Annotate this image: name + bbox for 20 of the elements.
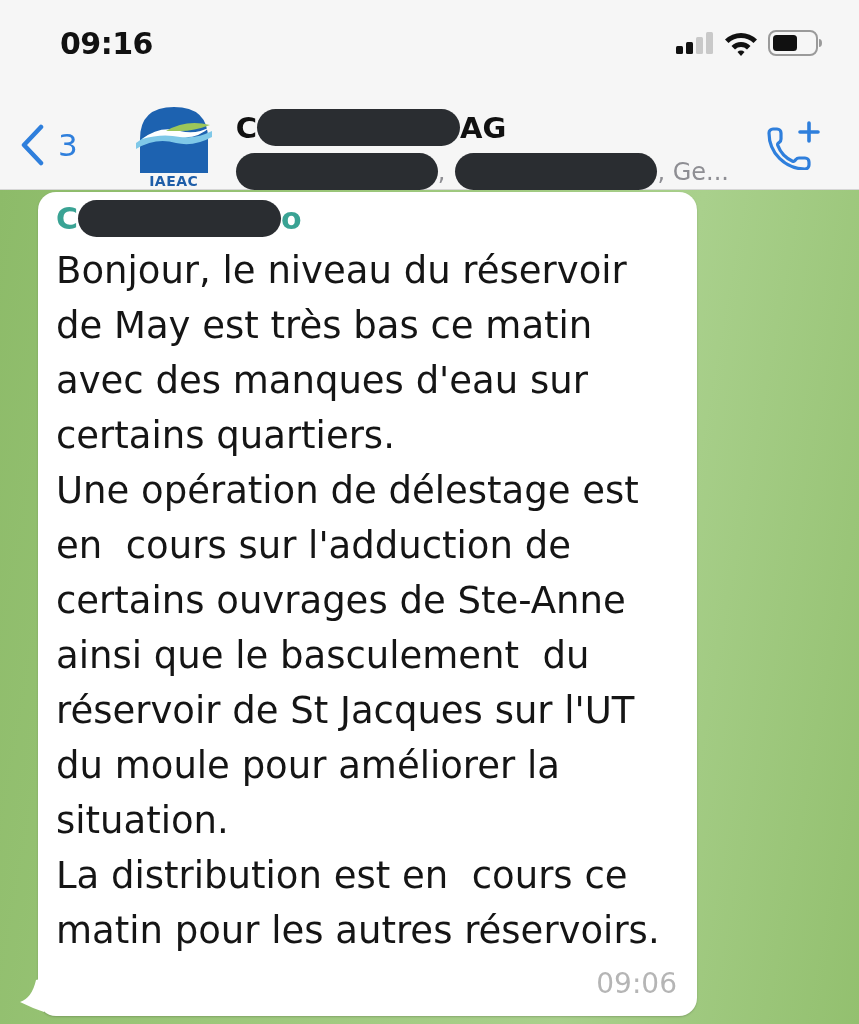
- avatar-caption: IAEAC: [149, 173, 199, 189]
- back-button[interactable]: 3: [20, 123, 78, 166]
- message-time: 09:06: [596, 966, 677, 1000]
- battery-icon: [768, 30, 823, 56]
- wave-logo-icon: [135, 105, 212, 173]
- clock-time: 09:16: [60, 25, 153, 61]
- members-text: ,: [437, 157, 446, 186]
- chevron-left-icon: [20, 123, 44, 166]
- phone-plus-icon: [765, 119, 821, 170]
- chat-title: C: [235, 110, 258, 145]
- message-text: Une opération de délestage est en cours sur l'adduction de certains ouvrages de Ste-Anne ainsi que le basculement du réservoir de St Jacques sur l'UT du moule pour améliorer la situation.: [56, 468, 640, 844]
- message-text: La distribution est en cours ce matin pour les autres réservoirs.: [56, 853, 661, 954]
- members-text: , Ge...: [657, 157, 729, 186]
- sender-name: o: [281, 200, 302, 236]
- add-call-button[interactable]: [765, 119, 821, 170]
- wifi-icon: [724, 30, 758, 56]
- sender-name: C: [56, 200, 79, 236]
- chat-title: AG: [460, 110, 507, 145]
- signal-icon: [676, 32, 714, 54]
- message-text: Bonjour, le niveau du réservoir de May est très bas ce matin avec des manques d'eau sur certains quartiers.: [56, 248, 628, 459]
